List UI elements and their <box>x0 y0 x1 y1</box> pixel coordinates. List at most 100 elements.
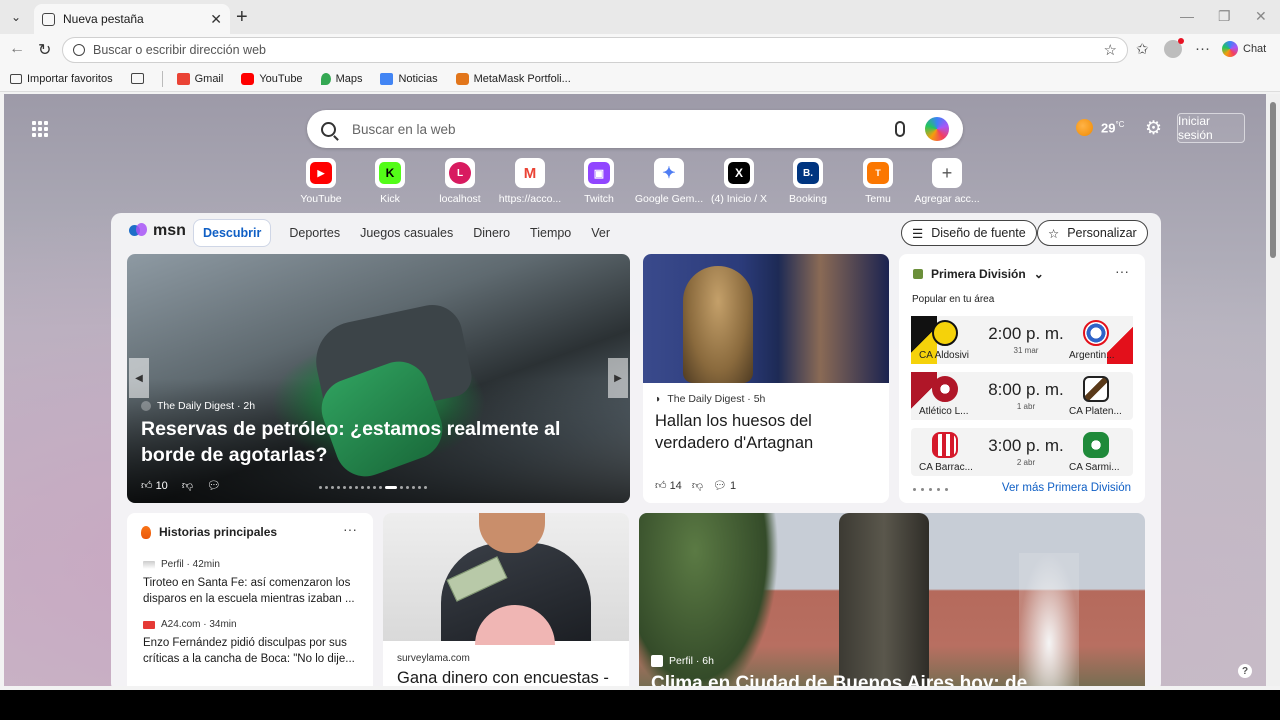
carousel-next-icon[interactable]: ▶ <box>608 358 628 398</box>
quick-link-accounts[interactable]: M https://acco... <box>495 158 565 205</box>
match-row[interactable]: CA Aldosivi 2:00 p. m. 31 mar Argentin..… <box>911 316 1133 364</box>
dislike-icon[interactable]: 👎︎ <box>692 479 703 492</box>
quick-link-add[interactable]: + Agregar acc... <box>912 158 982 205</box>
sports-subtitle: Popular en tu área <box>912 294 995 305</box>
statue-image <box>643 254 889 383</box>
folder-icon <box>130 73 144 84</box>
quick-link-gemini[interactable]: ✦ Google Gem... <box>634 158 704 205</box>
quick-link-temu[interactable]: T Temu <box>843 158 913 205</box>
minimize-icon[interactable]: — <box>1180 8 1194 24</box>
copilot-icon[interactable] <box>925 117 949 141</box>
search-placeholder: Buscar en la web <box>352 121 456 137</box>
carousel-prev-icon[interactable]: ◀ <box>129 358 149 398</box>
bookmark-item[interactable]: Maps <box>320 72 362 85</box>
bookmark-label: MetaMask Portfoli... <box>473 72 571 85</box>
tab-descubrir[interactable]: Descubrir <box>193 219 272 247</box>
dislike-icon[interactable]: 👎︎ <box>182 479 193 492</box>
match-date: 2 abr <box>1016 458 1036 467</box>
tab-juegos-casuales[interactable]: Juegos casuales <box>360 226 453 240</box>
weather-widget[interactable]: 29°C <box>1076 119 1124 136</box>
match-date: 1 abr <box>1016 402 1036 411</box>
story-item[interactable]: A24.com · 34min Enzo Fernández pidió dis… <box>143 619 363 667</box>
page-scrollbar[interactable] <box>1266 94 1280 686</box>
chevron-down-icon: ⌄ <box>1033 267 1044 281</box>
quick-link-kick[interactable]: K Kick <box>355 158 425 205</box>
quick-link-youtube[interactable]: ▶ YouTube <box>286 158 356 205</box>
top-stories-heading: Historias principales <box>159 525 278 539</box>
story-item[interactable]: Perfil · 42min Tiroteo en Santa Fe: así … <box>143 559 363 607</box>
see-more-league-link[interactable]: Ver más Primera División <box>1002 482 1131 494</box>
personalize-button[interactable]: ☆ Personalizar <box>1037 220 1148 246</box>
team-crest-icon <box>932 432 958 458</box>
match-row[interactable]: Atlético L... 8:00 p. m. 1 abr CA Platen… <box>911 372 1133 420</box>
a24-logo-icon <box>143 620 155 629</box>
comment-button[interactable]: 💬︎ 1 <box>713 479 736 492</box>
apps-launcher-icon[interactable] <box>32 121 48 137</box>
sports-widget: Primera División ⌄ ··· Popular en tu áre… <box>899 254 1145 503</box>
restore-icon[interactable]: ❐ <box>1218 8 1231 25</box>
bookmark-item[interactable]: Importar favoritos <box>130 73 144 84</box>
favorites-icon[interactable]: ✩ <box>1136 40 1149 58</box>
new-tab-icon[interactable]: + <box>236 6 248 29</box>
bookmark-item[interactable]: Gmail <box>176 72 223 85</box>
story-source: A24.com · 34min <box>161 619 237 630</box>
hero-title[interactable]: Reservas de petróleo: ¿estamos realmente… <box>141 416 611 468</box>
comment-icon[interactable]: 💬︎ <box>207 479 221 492</box>
bookmark-item[interactable]: YouTube <box>241 72 303 85</box>
bookmark-item[interactable]: Noticias <box>380 72 438 85</box>
bookmark-item[interactable]: Importar favoritos <box>10 73 113 85</box>
settings-gear-icon[interactable]: ⚙ <box>1145 117 1162 140</box>
hero-carousel-card[interactable]: ◀ ▶ The Daily Digest · 2h Reservas de pe… <box>127 254 630 503</box>
tab-ver[interactable]: Ver <box>591 226 610 240</box>
web-search-box[interactable]: Buscar en la web <box>307 110 963 148</box>
signin-button[interactable]: Iniciar sesión <box>1177 113 1245 143</box>
help-icon[interactable]: ? <box>1238 664 1252 678</box>
microphone-icon[interactable] <box>895 121 905 137</box>
back-icon[interactable]: ← <box>9 40 25 58</box>
tab-actions-menu-icon[interactable]: ⌄ <box>6 8 26 26</box>
more-options-icon[interactable]: ··· <box>1115 263 1129 279</box>
quick-link-x[interactable]: X (4) Inicio / X <box>704 158 774 205</box>
tab-new-tab[interactable]: Nueva pestaña ✕ <box>34 4 230 34</box>
news-card-surveys[interactable]: surveylama.com Gana dinero con encuestas… <box>383 513 629 686</box>
away-team: CA Platen... <box>1069 406 1122 417</box>
carousel-indicators <box>319 486 427 489</box>
quick-link-booking[interactable]: B. Booking <box>773 158 843 205</box>
news-card-weather[interactable]: Perfil · 6h Clima en Ciudad de Buenos Ai… <box>639 513 1145 686</box>
bookmark-item[interactable]: MetaMask Portfoli... <box>455 72 571 85</box>
close-window-icon[interactable]: ✕ <box>1255 8 1267 25</box>
card-title[interactable]: Hallan los huesos del verdadero d'Artagn… <box>655 410 875 454</box>
chat-button[interactable]: Chat <box>1222 38 1276 60</box>
tab-deportes[interactable]: Deportes <box>289 226 340 240</box>
tab-close-icon[interactable]: ✕ <box>210 11 222 28</box>
team-crest-icon <box>1083 376 1109 402</box>
font-design-button[interactable]: ☰ Diseño de fuente <box>901 220 1037 246</box>
league-selector[interactable]: Primera División ⌄ <box>913 267 1044 281</box>
refresh-icon[interactable]: ↻ <box>38 40 51 60</box>
quick-link-localhost[interactable]: L localhost <box>425 158 495 205</box>
quick-link-label: (4) Inicio / X <box>710 193 768 205</box>
msn-brand: msn <box>153 222 186 239</box>
favorite-star-icon[interactable]: ☆ <box>1104 41 1117 59</box>
quick-link-label: Kick <box>380 193 400 205</box>
like-button[interactable]: 👍︎ 10 <box>141 479 168 492</box>
card-title: Clima en Ciudad de Buenos Aires hoy: de <box>651 673 1028 686</box>
import-icon <box>10 73 22 84</box>
address-bar[interactable]: Buscar o escribir dirección web ☆ <box>62 37 1128 63</box>
tab-dinero[interactable]: Dinero <box>473 226 510 240</box>
fire-icon <box>141 525 151 539</box>
match-row[interactable]: CA Barrac... 3:00 p. m. 2 abr CA Sarmi..… <box>911 428 1133 476</box>
msn-logo[interactable]: msn <box>129 222 186 240</box>
more-menu-icon[interactable]: ··· <box>1195 40 1210 57</box>
bookmarks-divider <box>161 70 163 87</box>
like-button[interactable]: 👍︎ 14 <box>655 479 682 492</box>
address-row: ← ↻ Buscar o escribir dirección web ☆ ✩ … <box>0 34 1280 66</box>
profile-avatar[interactable] <box>1164 38 1184 58</box>
quick-link-twitch[interactable]: ▣ Twitch <box>564 158 634 205</box>
top-stories-card: Historias principales ··· Perfil · 42min… <box>127 513 373 686</box>
kick-icon: K <box>379 162 401 184</box>
more-options-icon[interactable]: ··· <box>343 521 357 537</box>
news-card-artagnan[interactable]: ◗ The Daily Digest · 5h Hallan los hueso… <box>643 254 889 503</box>
tab-tiempo[interactable]: Tiempo <box>530 226 571 240</box>
perfil-logo-icon <box>651 655 663 667</box>
